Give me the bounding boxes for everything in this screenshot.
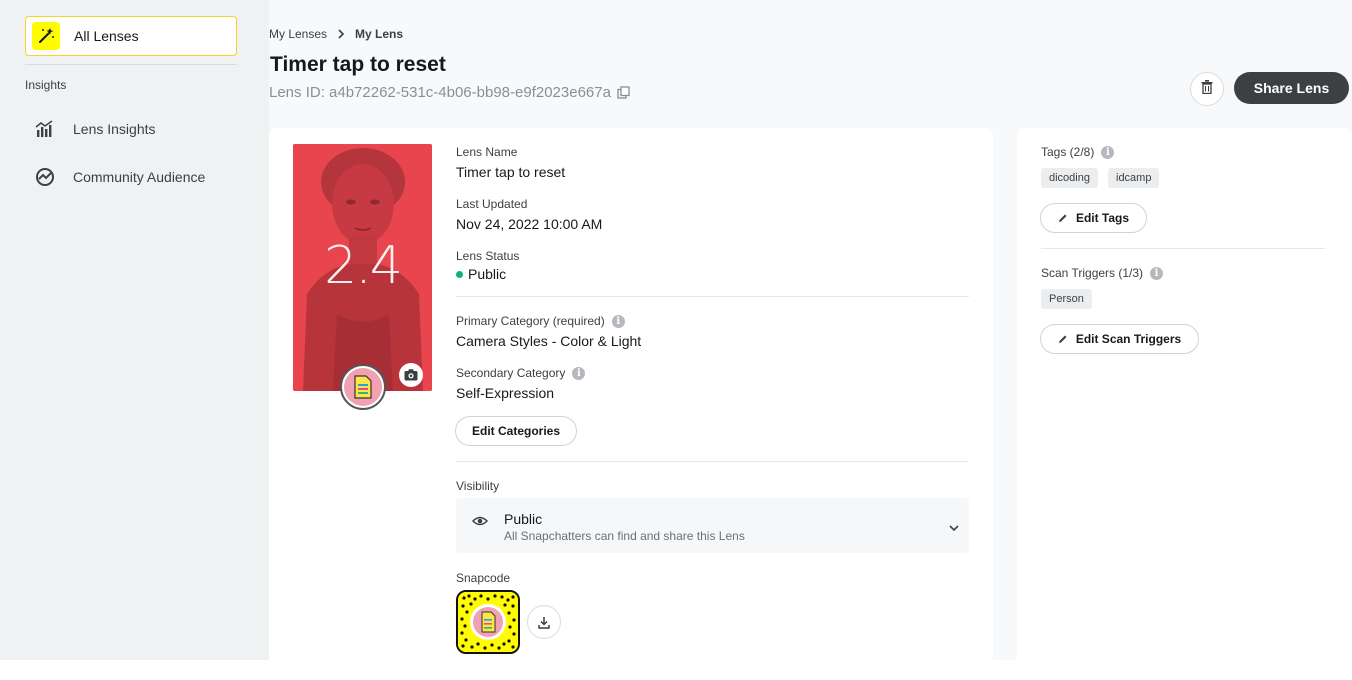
secondary-category-value: Self-Expression <box>456 385 555 401</box>
tags-label-text: Tags (2/8) <box>1041 145 1095 159</box>
last-updated-label: Last Updated <box>456 197 528 211</box>
info-icon[interactable]: i <box>1101 145 1115 159</box>
sidebar-item-community-audience[interactable]: Community Audience <box>25 159 245 195</box>
change-thumbnail-button[interactable] <box>399 363 423 387</box>
breadcrumb-my-lenses[interactable]: My Lenses <box>269 27 327 41</box>
tags-label: Tags (2/8) i <box>1041 145 1115 159</box>
scan-triggers-label-text: Scan Triggers (1/3) <box>1041 266 1144 280</box>
lens-status-text: Public <box>468 266 507 282</box>
edit-tags-label: Edit Tags <box>1075 211 1130 225</box>
share-lens-button[interactable]: Share Lens <box>1234 72 1349 104</box>
lens-id: Lens ID: a4b72262-531c-4b06-bb98-e9f2023… <box>269 84 630 101</box>
sidebar-item-label: Lens Insights <box>73 121 156 137</box>
visibility-select[interactable]: Public All Snapchatters can find and sha… <box>456 498 969 553</box>
document-icon <box>354 375 372 399</box>
sidebar-section-insights: Insights <box>25 78 67 92</box>
breadcrumb: My Lenses My Lens <box>269 27 403 41</box>
camera-icon <box>404 369 418 381</box>
page-title: Timer tap to reset <box>270 53 446 76</box>
sidebar: All Lenses Insights Lens Insights Commun… <box>0 0 269 660</box>
lens-id-text: Lens ID: a4b72262-531c-4b06-bb98-e9f2023… <box>269 84 611 101</box>
visibility-label: Visibility <box>456 479 500 493</box>
lens-preview-image: 2.4 <box>293 144 432 391</box>
sidebar-divider <box>25 64 237 65</box>
download-snapcode-button[interactable] <box>527 605 561 639</box>
all-lenses-button[interactable]: All Lenses <box>25 16 237 56</box>
lens-icon-avatar <box>340 364 386 410</box>
snapcode-image <box>456 590 520 654</box>
lens-name-value: Timer tap to reset <box>456 164 566 180</box>
edit-categories-button[interactable]: Edit Categories <box>455 416 577 446</box>
snapcode-label: Snapcode <box>456 571 511 585</box>
lens-status-label: Lens Status <box>456 249 520 263</box>
tag-chip: dicoding <box>1041 168 1098 188</box>
lens-name-label: Lens Name <box>456 145 518 159</box>
download-icon <box>538 616 550 629</box>
trend-circle-icon <box>25 167 65 187</box>
chevron-right-icon <box>337 29 345 39</box>
divider <box>456 296 969 297</box>
edit-scan-triggers-label: Edit Scan Triggers <box>1075 332 1182 346</box>
bar-chart-icon <box>25 120 65 138</box>
pencil-icon <box>1058 213 1068 223</box>
secondary-category-label: Secondary Category i <box>456 366 586 380</box>
status-dot <box>456 270 463 278</box>
secondary-category-label-text: Secondary Category <box>456 366 566 380</box>
preview-overlay-text: 2.4 <box>324 236 403 296</box>
visibility-value: Public <box>504 511 543 527</box>
copy-icon[interactable] <box>617 86 630 99</box>
visibility-description: All Snapchatters can find and share this… <box>504 529 745 543</box>
divider <box>456 461 969 462</box>
all-lenses-label: All Lenses <box>74 28 139 44</box>
pencil-icon <box>1058 334 1068 344</box>
eye-icon <box>471 514 489 532</box>
last-updated-value: Nov 24, 2022 10:00 AM <box>456 216 603 232</box>
scan-trigger-chip: Person <box>1041 289 1092 309</box>
edit-scan-triggers-button[interactable]: Edit Scan Triggers <box>1040 324 1199 354</box>
magic-wand-icon <box>32 22 60 50</box>
primary-category-value: Camera Styles - Color & Light <box>456 333 642 349</box>
info-icon[interactable]: i <box>572 366 586 380</box>
chevron-down-icon <box>949 519 959 537</box>
primary-category-label: Primary Category (required) i <box>456 314 625 328</box>
scan-triggers-label: Scan Triggers (1/3) i <box>1041 266 1164 280</box>
snapcode-pattern <box>458 592 518 652</box>
edit-tags-button[interactable]: Edit Tags <box>1040 203 1147 233</box>
sidebar-item-label: Community Audience <box>73 169 206 185</box>
sidebar-item-lens-insights[interactable]: Lens Insights <box>25 111 245 147</box>
divider <box>1041 248 1325 249</box>
trash-icon <box>1201 79 1213 99</box>
info-icon[interactable]: i <box>1150 266 1164 280</box>
lens-status-value: Public <box>456 266 506 282</box>
info-icon[interactable]: i <box>611 314 625 328</box>
breadcrumb-current: My Lens <box>355 27 404 41</box>
delete-button[interactable] <box>1190 72 1224 106</box>
primary-category-label-text: Primary Category (required) <box>456 314 605 328</box>
tag-chip: idcamp <box>1108 168 1160 188</box>
